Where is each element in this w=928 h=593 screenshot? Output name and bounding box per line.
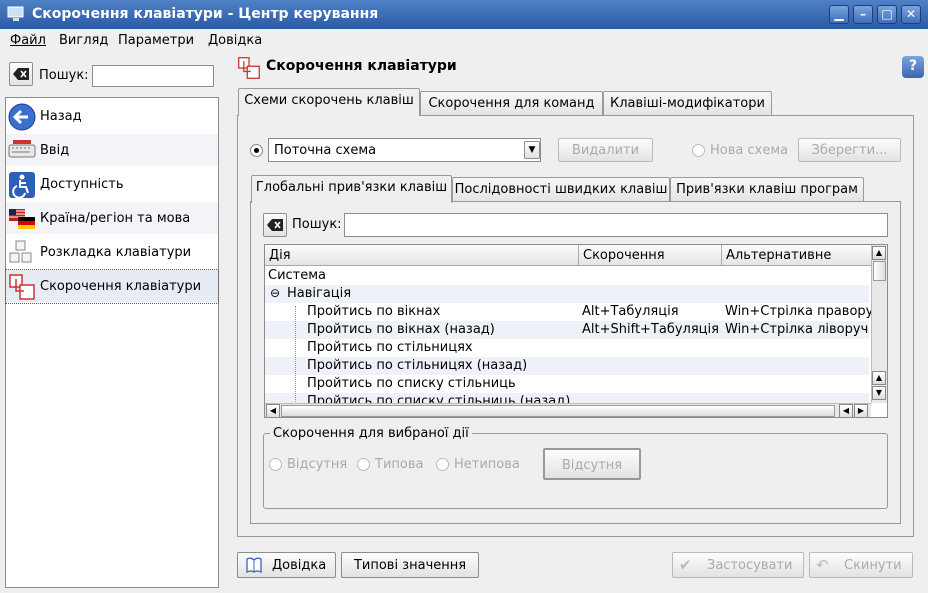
clear-search-button[interactable] — [9, 62, 33, 86]
scheme-select[interactable]: Поточна схема ▼ — [268, 138, 541, 162]
table-row[interactable]: ⊖ Навігація — [265, 285, 869, 303]
table-row[interactable]: Пройтись по вікнах Alt+Табуляція Win+Стріл… — [265, 303, 871, 321]
current-scheme-radio[interactable] — [250, 144, 263, 157]
accessibility-icon — [9, 172, 35, 199]
scroll-up-icon[interactable]: ▲ — [872, 371, 886, 385]
sidebar-search-label: Пошук: — [39, 68, 89, 83]
sidebar-item-label: Розкладка клавіатури — [40, 245, 192, 260]
delete-scheme-button[interactable]: Видалити — [558, 138, 653, 162]
apply-button[interactable]: ✔ Застосувати — [672, 552, 804, 578]
keyboard-mouse-icon — [8, 140, 36, 158]
menu-help[interactable]: Довідка — [208, 33, 262, 48]
shortcut-none-label: Відсутня — [287, 457, 348, 472]
new-scheme-label: Нова схема — [710, 143, 789, 158]
scroll-left-icon[interactable]: ◀ — [266, 404, 280, 417]
table-row[interactable]: Пройтись по вікнах (назад) Alt+Shift+Табу… — [265, 321, 869, 339]
table-row[interactable]: Пройтись по стільницях — [265, 339, 869, 357]
shortcut-default-label: Типова — [375, 457, 424, 472]
shortcut-custom-label: Нетипова — [454, 457, 520, 472]
scroll-down-icon[interactable]: ▼ — [872, 386, 886, 400]
horizontal-scrollbar[interactable]: ◀ ◀ ▶ — [265, 403, 871, 417]
undo-icon: ↶ — [816, 556, 829, 574]
sidebar-list: Назад Ввід Доступність Країна/регіон та … — [5, 97, 219, 588]
checkmark-icon: ✔ — [679, 556, 692, 574]
tab-modifier-keys[interactable]: Клавіші-модифікатори — [603, 91, 772, 115]
sidebar-item-label: Країна/регіон та мова — [40, 211, 191, 226]
menu-file[interactable]: Файл — [10, 33, 46, 48]
filter-label: Пошук: — [292, 217, 342, 232]
keyboard-layout-icon — [9, 240, 32, 263]
tab-schemes[interactable]: Схеми скорочень клавіш — [238, 88, 420, 116]
menu-view[interactable]: Вигляд — [59, 33, 108, 48]
sidebar-item-input[interactable]: Ввід — [6, 134, 218, 167]
keyboard-shortcuts-icon — [238, 57, 260, 79]
shortcuts-table: Дія Скорочення Альтернативне Система ⊖ Н… — [264, 244, 888, 418]
sidebar-item-label: Скорочення клавіатури — [40, 279, 202, 294]
collapse-icon[interactable]: ⊖ — [270, 286, 280, 300]
back-arrow-icon — [8, 103, 36, 131]
chevron-down-icon[interactable]: ▼ — [524, 141, 540, 159]
minimize-icon[interactable]: ▁ — [829, 5, 849, 24]
clear-left-icon — [13, 68, 29, 80]
shortcut-custom-radio[interactable] — [436, 458, 449, 471]
clear-filter-button[interactable] — [263, 213, 287, 237]
help-book-icon — [246, 557, 262, 574]
sidebar-item-keyboard-layout[interactable]: Розкладка клавіатури — [6, 236, 218, 269]
close-icon[interactable]: ✕ — [901, 5, 921, 24]
selected-action-title: Скорочення для вибраної дії — [270, 426, 472, 441]
table-row[interactable]: Пройтись по списку стільниць (назад) — [265, 393, 869, 403]
tab-key-sequences[interactable]: Послідовності швидких клавіш — [452, 177, 670, 201]
sidebar-item-label: Назад — [40, 109, 82, 124]
column-header-action[interactable]: Дія — [265, 245, 579, 266]
table-body: Система ⊖ Навігація Пройтись по вікнах Al… — [265, 266, 871, 403]
scroll-right-icon[interactable]: ▶ — [854, 404, 868, 417]
vertical-scrollbar[interactable]: ▲ ▲ ▼ — [871, 245, 887, 403]
horizontal-scroll-thumb[interactable] — [281, 405, 835, 417]
sidebar-item-label: Доступність — [40, 177, 124, 192]
sidebar-item-keyboard-shortcuts[interactable]: Скорочення клавіатури — [5, 269, 219, 304]
control-center-icon — [7, 6, 24, 21]
menu-bar: Файл Вигляд Параметри Довідка — [0, 29, 928, 53]
sidebar-search-input[interactable] — [92, 65, 214, 87]
help-button[interactable]: Довідка — [237, 552, 336, 578]
tree-guide-line — [295, 306, 296, 403]
menu-settings[interactable]: Параметри — [118, 33, 194, 48]
shortcut-none-radio[interactable] — [269, 458, 282, 471]
tab-global-bindings[interactable]: Глобальні прив'язки клавіш — [251, 175, 452, 203]
column-header-shortcut[interactable]: Скорочення — [579, 245, 722, 266]
scroll-left-icon[interactable]: ◀ — [839, 404, 853, 417]
maximize-icon[interactable]: □ — [877, 5, 897, 24]
module-title: Скорочення клавіатури — [266, 58, 457, 74]
filter-input[interactable] — [344, 213, 888, 237]
key-capture-button[interactable]: Відсутня — [543, 448, 641, 480]
defaults-button[interactable]: Типові значення — [341, 552, 479, 578]
tab-app-bindings[interactable]: Прив'язки клавіш програм — [670, 177, 864, 201]
keyboard-shortcuts-icon — [9, 274, 35, 300]
sidebar-item-back[interactable]: Назад — [6, 100, 218, 133]
scroll-up-icon[interactable]: ▲ — [872, 246, 886, 260]
reset-button[interactable]: ↶ Скинути — [809, 552, 913, 578]
vertical-scroll-thumb[interactable] — [873, 261, 886, 281]
tab-command-shortcuts[interactable]: Скорочення для команд — [420, 91, 603, 115]
shortcut-default-radio[interactable] — [357, 458, 370, 471]
sidebar-item-region[interactable]: Країна/регіон та мова — [6, 202, 218, 235]
table-row[interactable]: Пройтись по стільницях (назад) — [265, 357, 869, 375]
window-title: Скорочення клавіатури - Центр керування — [32, 6, 379, 22]
table-row[interactable]: Система — [265, 267, 869, 285]
save-scheme-button[interactable]: Зберегти... — [798, 138, 901, 162]
shade-icon[interactable]: – — [853, 5, 873, 24]
clear-left-icon — [267, 219, 283, 231]
scheme-select-value: Поточна схема — [274, 143, 377, 158]
help-icon[interactable]: ? — [902, 56, 924, 78]
new-scheme-radio[interactable] — [692, 144, 705, 157]
sidebar-item-accessibility[interactable]: Доступність — [6, 168, 218, 201]
sidebar-item-label: Ввід — [40, 143, 70, 158]
title-bar[interactable]: Скорочення клавіатури - Центр керування … — [0, 0, 928, 29]
table-row[interactable]: Пройтись по списку стільниць — [265, 375, 869, 393]
flags-icon — [9, 209, 35, 229]
column-header-alternative[interactable]: Альтернативне — [722, 245, 872, 266]
